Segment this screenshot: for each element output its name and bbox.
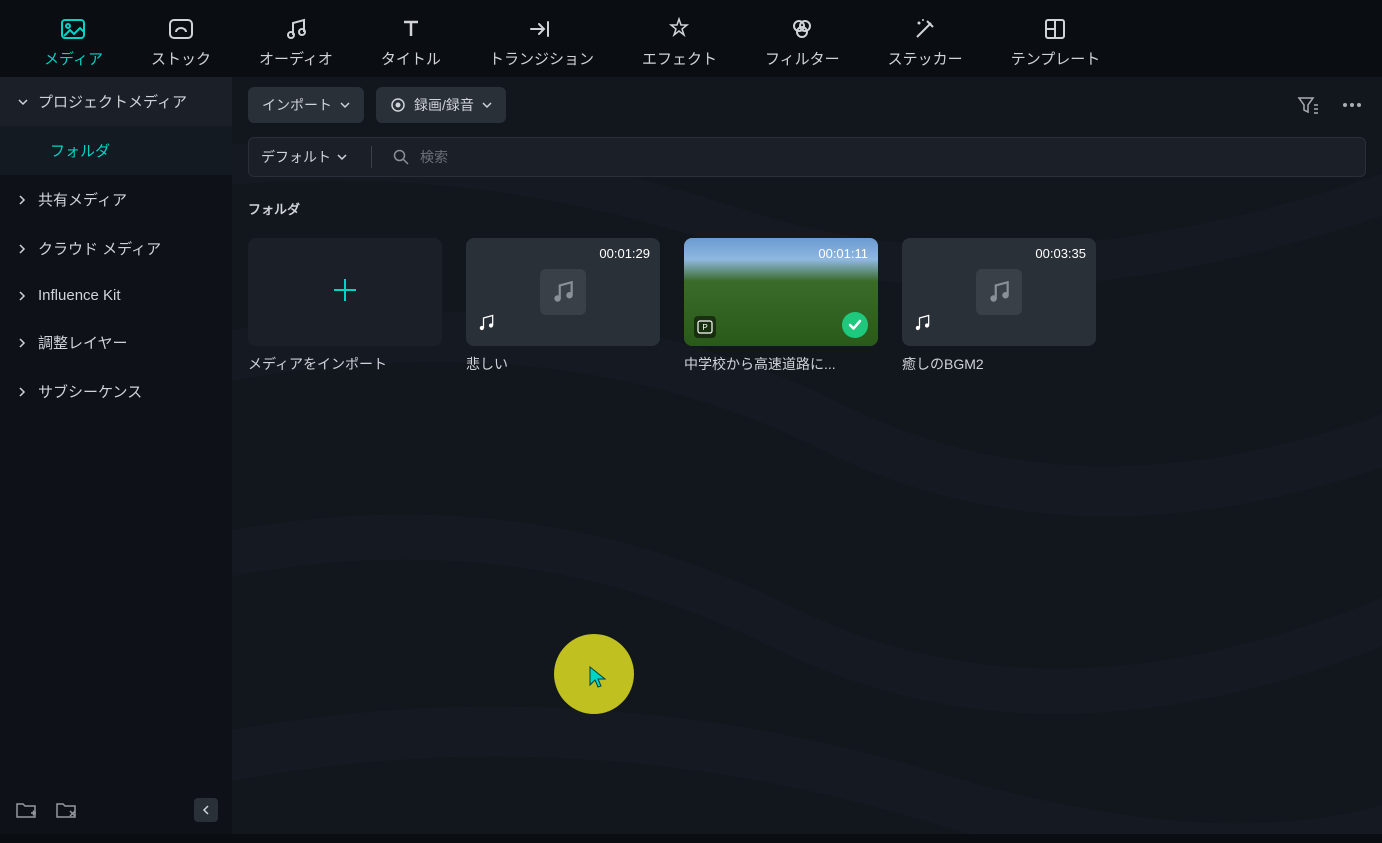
- import-button[interactable]: インポート: [248, 87, 364, 123]
- sidebar-item-adjustment-layer[interactable]: 調整レイヤー: [0, 318, 232, 367]
- tab-stock[interactable]: ストック: [127, 8, 235, 77]
- more-options-icon[interactable]: [1338, 91, 1366, 119]
- sidebar-item-label: プロジェクトメディア: [38, 91, 187, 112]
- sidebar-item-label: 共有メディア: [38, 189, 127, 210]
- media-duration: 00:01:11: [818, 246, 868, 261]
- sidebar-item-label: 調整レイヤー: [38, 332, 128, 353]
- tab-audio[interactable]: オーディオ: [235, 8, 357, 77]
- tab-media[interactable]: メディア: [20, 8, 127, 77]
- media-card-import: メディアをインポート: [248, 238, 442, 374]
- svg-text:P: P: [702, 323, 707, 332]
- tab-audio-label: オーディオ: [259, 48, 333, 69]
- record-icon: [390, 97, 406, 113]
- sidebar-sub-folder[interactable]: フォルダ: [0, 126, 232, 175]
- tab-template[interactable]: テンプレート: [987, 8, 1125, 77]
- transition-icon: [528, 16, 554, 42]
- media-thumbnail-video[interactable]: 00:01:11 P: [684, 238, 878, 346]
- media-card: 00:01:29 悲しい: [466, 238, 660, 374]
- sidebar-item-label: Influence Kit: [38, 287, 121, 304]
- media-label: メディアをインポート: [248, 354, 442, 374]
- tab-title[interactable]: タイトル: [357, 8, 465, 77]
- media-icon: [60, 16, 86, 42]
- search-icon: [392, 148, 410, 166]
- media-grid: メディアをインポート 00:01:29 悲しい: [232, 228, 1382, 384]
- audio-type-icon: [912, 313, 932, 338]
- sidebar-item-cloud-media[interactable]: クラウド メディア: [0, 224, 232, 273]
- stock-icon: [168, 16, 194, 42]
- media-thumbnail-audio[interactable]: 00:03:35: [902, 238, 1096, 346]
- chevron-right-icon: [18, 244, 28, 254]
- title-icon: [398, 16, 424, 42]
- tab-media-label: メディア: [44, 48, 103, 69]
- delete-folder-icon[interactable]: [54, 798, 78, 822]
- sidebar-item-subsequence[interactable]: サブシーケンス: [0, 367, 232, 416]
- tab-transition-label: トランジション: [489, 48, 594, 69]
- media-label: 癒しのBGM2: [902, 354, 1096, 374]
- tab-effect-label: エフェクト: [642, 48, 717, 69]
- chevron-down-icon: [482, 101, 492, 109]
- sidebar-item-shared-media[interactable]: 共有メディア: [0, 175, 232, 224]
- cursor-highlight: [554, 634, 634, 714]
- check-badge-icon: [842, 312, 868, 338]
- content-toolbar: インポート 録画/録音: [232, 77, 1382, 133]
- filter-list-icon[interactable]: [1294, 91, 1322, 119]
- sidebar-item-label: サブシーケンス: [38, 381, 142, 402]
- media-card: 00:03:35 癒しのBGM2: [902, 238, 1096, 374]
- music-note-icon: [540, 269, 586, 315]
- search-row: デフォルト: [232, 133, 1382, 189]
- sidebar: プロジェクトメディア フォルダ 共有メディア クラウド メディア Influen…: [0, 77, 232, 834]
- sidebar-item-label: クラウド メディア: [38, 238, 161, 259]
- tab-filter[interactable]: フィルター: [741, 8, 864, 77]
- record-button-label: 録画/録音: [414, 95, 474, 115]
- chevron-right-icon: [18, 195, 28, 205]
- tab-stock-label: ストック: [151, 48, 211, 69]
- sidebar-item-influence-kit[interactable]: Influence Kit: [0, 273, 232, 318]
- divider: [371, 146, 372, 168]
- import-media-button[interactable]: [248, 238, 442, 346]
- sort-select[interactable]: デフォルト: [261, 147, 351, 167]
- import-button-label: インポート: [262, 95, 332, 115]
- tab-title-label: タイトル: [381, 48, 441, 69]
- media-thumbnail-audio[interactable]: 00:01:29: [466, 238, 660, 346]
- search-input[interactable]: [420, 149, 1353, 165]
- tab-effect[interactable]: エフェクト: [618, 8, 741, 77]
- media-label: 中学校から高速道路に...: [684, 354, 878, 374]
- sidebar-sub-label: フォルダ: [50, 143, 110, 160]
- sticker-icon: [912, 16, 938, 42]
- media-duration: 00:03:35: [1035, 246, 1086, 261]
- cursor-icon: [587, 665, 609, 691]
- search-container: デフォルト: [248, 137, 1366, 177]
- chevron-right-icon: [18, 291, 28, 301]
- record-button[interactable]: 録画/録音: [376, 87, 506, 123]
- section-title-folder: フォルダ: [232, 189, 1382, 228]
- chevron-down-icon: [337, 153, 347, 161]
- audio-type-icon: [476, 313, 496, 338]
- media-duration: 00:01:29: [599, 246, 650, 261]
- chevron-right-icon: [18, 387, 28, 397]
- effect-icon: [666, 16, 692, 42]
- sort-select-label: デフォルト: [261, 147, 331, 167]
- sidebar-collapse-button[interactable]: [194, 798, 218, 822]
- template-icon: [1042, 16, 1068, 42]
- media-label: 悲しい: [466, 354, 660, 374]
- music-note-icon: [976, 269, 1022, 315]
- sidebar-item-project-media[interactable]: プロジェクトメディア: [0, 77, 232, 126]
- tab-sticker-label: ステッカー: [888, 48, 963, 69]
- media-card: 00:01:11 P 中学校から高速道路に...: [684, 238, 878, 374]
- audio-icon: [283, 16, 309, 42]
- content-area: インポート 録画/録音: [232, 77, 1382, 834]
- add-folder-icon[interactable]: [14, 798, 38, 822]
- tab-transition[interactable]: トランジション: [465, 8, 618, 77]
- chevron-down-icon: [340, 101, 350, 109]
- filter-icon: [789, 16, 815, 42]
- plus-icon: [328, 273, 362, 312]
- sidebar-bottom: [0, 786, 232, 834]
- tab-template-label: テンプレート: [1011, 48, 1101, 69]
- top-tabs: メディア ストック オーディオ タイトル トランジション エフェクト フィル: [0, 0, 1382, 77]
- chevron-right-icon: [18, 338, 28, 348]
- tab-filter-label: フィルター: [765, 48, 840, 69]
- tab-sticker[interactable]: ステッカー: [864, 8, 987, 77]
- proxy-badge-icon: P: [694, 316, 716, 338]
- chevron-down-icon: [18, 98, 28, 106]
